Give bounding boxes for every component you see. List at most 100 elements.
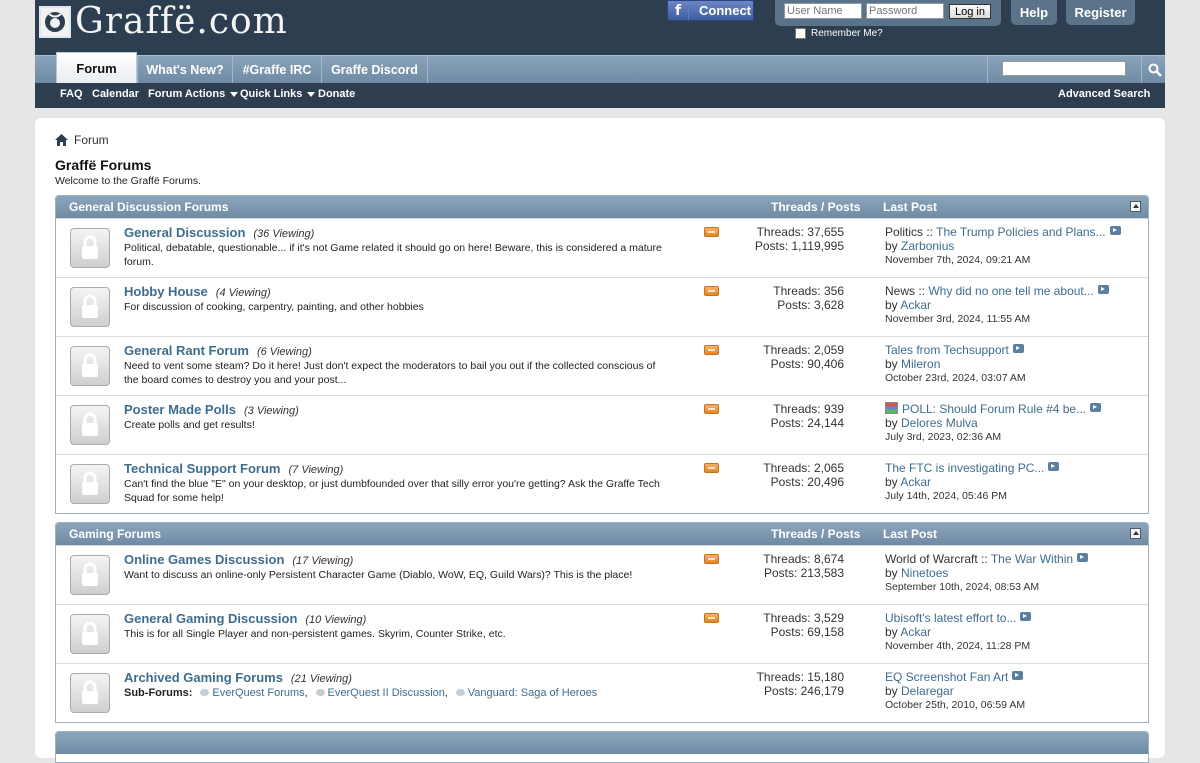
main-navbar: Forum What's New? #Graffe IRC Graffe Dis… [35, 52, 1166, 83]
last-post-user[interactable]: Ackar [900, 298, 931, 312]
tab-whats-new[interactable]: What's New? [137, 56, 232, 83]
go-to-last-post-icon[interactable] [1097, 285, 1109, 294]
last-post-user[interactable]: Ackar [900, 625, 931, 639]
subnav-donate[interactable]: Donate [318, 88, 355, 100]
forum-actions-label: Forum Actions [148, 88, 226, 100]
password-input[interactable] [866, 3, 944, 19]
forum-status-icon [70, 464, 110, 504]
collapse-icon[interactable] [1130, 201, 1141, 212]
last-post-by: by [885, 298, 901, 312]
last-post-title[interactable]: Tales from Techsupport [885, 343, 1009, 357]
go-to-last-post-icon[interactable] [1048, 462, 1060, 471]
forum-title-link[interactable]: Poster Made Polls [124, 402, 236, 417]
viewing-count: (36 Viewing) [253, 228, 315, 240]
rss-icon[interactable] [704, 404, 719, 414]
last-post-by: by [885, 625, 901, 639]
help-button[interactable]: Help [1011, 0, 1057, 25]
last-post-title[interactable]: EQ Screenshot Fan Art [885, 670, 1008, 684]
section-title[interactable]: General Discussion Forums [69, 200, 228, 214]
forum-title-link[interactable]: General Rant Forum [124, 343, 249, 358]
go-to-last-post-icon[interactable] [1077, 553, 1089, 562]
collapse-icon[interactable] [1130, 528, 1141, 539]
tab-graffe-irc[interactable]: #Graffe IRC [232, 56, 321, 83]
last-post-title[interactable]: POLL: Should Forum Rule #4 be... [902, 402, 1086, 416]
rss-icon[interactable] [704, 227, 719, 237]
forum-title-link[interactable]: General Gaming Discussion [124, 611, 297, 626]
last-post-date: October 25th, 2010, 06:59 AM [885, 699, 1026, 711]
subforum-link[interactable]: EverQuest Forums [212, 687, 304, 699]
forum-status-icon [70, 228, 110, 268]
search-button[interactable] [1141, 56, 1167, 83]
section-header: General Discussion Forums Threads / Post… [56, 196, 1148, 218]
last-post-title[interactable]: Why did no one tell me about... [928, 284, 1093, 298]
rss-icon[interactable] [704, 463, 719, 473]
tab-graffe-discord[interactable]: Graffe Discord [321, 56, 428, 83]
last-post-title[interactable]: The FTC is investigating PC... [885, 461, 1044, 475]
last-post-by: by [885, 239, 902, 253]
subnav-quick-links[interactable]: Quick Links [240, 88, 316, 100]
facebook-connect-button[interactable]: f Connect [667, 0, 754, 21]
viewing-count: (4 Viewing) [215, 287, 271, 299]
forum-description: Want to discuss an online-only Persisten… [124, 569, 633, 581]
subforum-link[interactable]: EverQuest II Discussion [328, 687, 445, 699]
section-header [56, 732, 1148, 754]
username-input[interactable] [784, 3, 862, 19]
forum-title-link[interactable]: General Discussion [124, 225, 245, 240]
last-post-user[interactable]: Delaregar [901, 684, 954, 698]
subnav-calendar[interactable]: Calendar [92, 88, 139, 100]
forum-status-icon [70, 555, 110, 595]
rss-icon[interactable] [704, 613, 719, 623]
search-input[interactable] [1002, 61, 1126, 76]
viewing-count: (6 Viewing) [256, 346, 312, 358]
forum-title-line: General Discussion (36 Viewing) [124, 225, 314, 240]
go-to-last-post-icon[interactable] [1012, 671, 1024, 680]
forum-row: Poster Made Polls (3 Viewing) Create poll… [56, 395, 1148, 454]
poll-icon [885, 402, 898, 414]
quick-links-label: Quick Links [240, 88, 303, 100]
last-post-user[interactable]: Ackar [900, 475, 931, 489]
remember-me-checkbox[interactable] [795, 28, 806, 39]
forum-title-link[interactable]: Technical Support Forum [124, 461, 281, 476]
last-post-user[interactable]: Ninetoes [901, 566, 948, 580]
last-post-title[interactable]: The Trump Policies and Plans... [936, 225, 1105, 239]
forum-row: General Discussion (36 Viewing) Political… [56, 218, 1148, 277]
advanced-search-link[interactable]: Advanced Search [1058, 88, 1150, 100]
last-post: EQ Screenshot Fan Art by Delaregar Octob… [885, 670, 1025, 712]
go-to-last-post-icon[interactable] [1012, 344, 1024, 353]
posts-count: Posts: 1,119,995 [754, 239, 844, 253]
site-logo[interactable]: Graffë.com [39, 4, 288, 40]
home-icon[interactable] [55, 134, 68, 146]
subforum-link[interactable]: Vanguard: Saga of Heroes [468, 687, 597, 699]
forum-description: Need to vent some steam? Do it here! Jus… [124, 360, 656, 386]
tab-forum[interactable]: Forum [56, 52, 137, 83]
section-general-discussion: General Discussion Forums Threads / Post… [55, 195, 1149, 514]
forum-row: Technical Support Forum (7 Viewing) Can't… [56, 454, 1148, 513]
rss-icon[interactable] [704, 286, 719, 296]
go-to-last-post-icon[interactable] [1020, 612, 1032, 621]
subnav-faq[interactable]: FAQ [60, 88, 83, 100]
last-post-title[interactable]: The War Within [991, 552, 1073, 566]
last-post-user[interactable]: Zarbonius [901, 239, 954, 253]
section-title[interactable]: Gaming Forums [69, 527, 161, 541]
viewing-count: (21 Viewing) [290, 673, 352, 685]
forum-stats: Threads: 939 Posts: 24,144 [771, 402, 844, 430]
forum-title-link[interactable]: Archived Gaming Forums [124, 670, 283, 685]
section-next-partial [55, 731, 1149, 763]
go-to-last-post-icon[interactable] [1090, 403, 1102, 412]
last-post-user[interactable]: Mileron [901, 357, 940, 371]
subnav-forum-actions[interactable]: Forum Actions [148, 88, 239, 100]
go-to-last-post-icon[interactable] [1109, 226, 1121, 235]
rss-icon[interactable] [704, 554, 719, 564]
forum-description: Create polls and get results! [124, 419, 255, 431]
sub-navbar: FAQ Calendar Forum Actions Quick Links D… [35, 82, 1165, 108]
forum-title-link[interactable]: Hobby House [124, 284, 208, 299]
search-area [987, 56, 1166, 83]
login-button[interactable]: Log in [949, 4, 991, 19]
forum-row: Online Games Discussion (17 Viewing) Want… [56, 545, 1148, 604]
register-button[interactable]: Register [1066, 0, 1135, 25]
breadcrumb-forum[interactable]: Forum [74, 133, 109, 147]
rss-icon[interactable] [704, 345, 719, 355]
forum-title-link[interactable]: Online Games Discussion [124, 552, 284, 567]
last-post-user[interactable]: Delores Mulva [901, 416, 978, 430]
last-post-title[interactable]: Ubisoft's latest effort to... [885, 611, 1016, 625]
